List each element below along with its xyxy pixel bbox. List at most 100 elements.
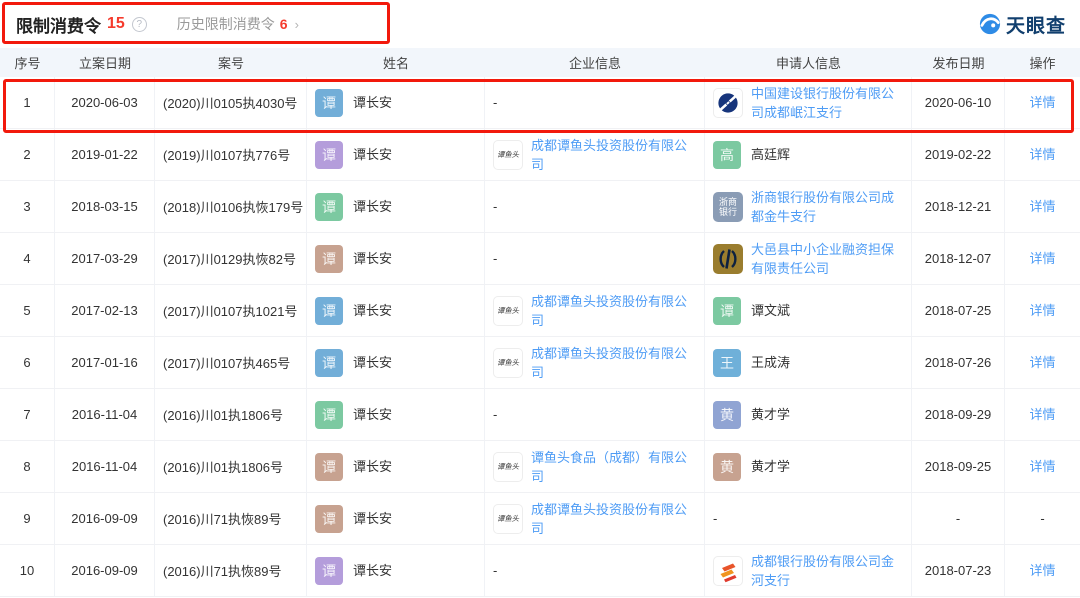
publish-date-cell: 2018-07-23 <box>912 545 1005 596</box>
applicant-company-link[interactable]: 成都银行股份有限公司金河支行 <box>751 552 903 590</box>
person-avatar: 谭 <box>315 504 343 533</box>
row-index: 8 <box>23 459 31 474</box>
help-question-icon[interactable]: ? <box>131 16 147 32</box>
avatar-char: 黄 <box>720 458 734 475</box>
detail-link[interactable]: 详情 <box>1029 457 1055 476</box>
filing-date-cell: 2016-09-09 <box>55 545 155 596</box>
filing-date-cell: 2016-11-04 <box>55 441 155 492</box>
table-row: 1 2020-06-03 (2020)川0105执4030号 谭 谭长安 - 中国建设银行股… <box>0 77 1080 129</box>
row-index-cell: 8 <box>0 441 55 492</box>
publish-date-cell: - <box>912 493 1005 544</box>
case-number-cell: (2018)川0106执恢179号 <box>155 181 307 232</box>
avatar-char: 谭 <box>720 302 734 319</box>
applicant-info-cell: 谭 谭文斌 <box>705 285 912 336</box>
company-info-cell: - <box>485 545 705 596</box>
person-avatar: 谭 <box>315 348 343 377</box>
table-row: 9 2016-09-09 (2016)川71执恢89号 谭 谭长安 谭鱼头 成都谭鱼头投资股… <box>0 493 1080 545</box>
company-link[interactable]: 成都谭鱼头投资股份有限公司 <box>531 344 691 382</box>
person-name: 谭长安 <box>353 95 393 110</box>
empty-value: - <box>493 95 498 110</box>
person-name: 谭长安 <box>353 147 393 162</box>
detail-link[interactable]: 详情 <box>1029 93 1055 112</box>
company-info-cell: 谭鱼头 成都谭鱼头投资股份有限公司 <box>485 337 705 388</box>
column-header-label: 发布日期 <box>932 56 985 71</box>
row-index-cell: 10 <box>0 545 55 596</box>
row-index: 1 <box>23 95 31 110</box>
detail-link[interactable]: 详情 <box>1029 353 1055 372</box>
detail-link[interactable]: 详情 <box>1029 249 1055 268</box>
filing-date: 2019-01-22 <box>71 147 138 162</box>
detail-link[interactable]: 详情 <box>1029 197 1055 216</box>
tianyancha-logo-text: 天眼查 <box>1005 15 1066 37</box>
company-link[interactable]: 成都谭鱼头投资股份有限公司 <box>531 500 691 538</box>
person-avatar: 黄 <box>713 400 741 429</box>
person-avatar: 谭 <box>315 88 343 117</box>
tanyutou-logo-text: 谭鱼头 <box>496 150 520 159</box>
table-row: 4 2017-03-29 (2017)川0129执恢82号 谭 谭长安 - 大邑县中小企业融… <box>0 233 1080 285</box>
table-row: 10 2016-09-09 (2016)川71执恢89号 谭 谭长安 - 成都银行股份有限公… <box>0 545 1080 597</box>
zheshang-logo-text: 银行 <box>718 206 737 217</box>
person-avatar: 谭 <box>713 296 741 325</box>
table-row: 5 2017-02-13 (2017)川0107执1021号 谭 谭长安 谭鱼头 成都谭鱼头… <box>0 285 1080 337</box>
action-cell: - <box>1005 493 1080 544</box>
case-number: (2020)川0105执4030号 <box>163 96 298 111</box>
detail-link[interactable]: 详情 <box>1029 145 1055 164</box>
person-name: 谭长安 <box>353 199 393 214</box>
applicant-person-name: 高廷辉 <box>751 147 791 162</box>
column-header-label: 立案日期 <box>78 56 131 71</box>
company-link[interactable]: 谭鱼头食品（成都）有限公司 <box>531 448 691 486</box>
person-cell: 谭 谭长安 <box>307 285 485 336</box>
row-index: 4 <box>23 251 31 266</box>
table-header-row: 序号 立案日期 案号 姓名 企业信息 申请人信息 发布日期 操作 <box>0 48 1080 77</box>
tanyutou-logo: 谭鱼头 <box>493 139 523 170</box>
case-number-cell: (2016)川01执1806号 <box>155 389 307 440</box>
filing-date-cell: 2018-03-15 <box>55 181 155 232</box>
action-cell: 详情 <box>1005 441 1080 492</box>
detail-link[interactable]: 详情 <box>1029 405 1055 424</box>
applicant-company-link[interactable]: 浙商银行股份有限公司成都金牛支行 <box>751 188 903 226</box>
tianyancha-eye-icon <box>979 13 1001 35</box>
person-name: 谭长安 <box>353 303 393 318</box>
publish-date-cell: 2018-09-25 <box>912 441 1005 492</box>
col-filing-date: 立案日期 <box>55 53 155 72</box>
history-orders-link[interactable]: 历史限制消费令 6 › <box>177 14 299 34</box>
avatar-char: 谭 <box>322 458 336 475</box>
column-header-label: 申请人信息 <box>775 56 841 71</box>
column-header-label: 企业信息 <box>568 56 621 71</box>
table-row: 3 2018-03-15 (2018)川0106执恢179号谭谭长安 - 浙商 银行 浙商银… <box>0 181 1080 233</box>
history-count-badge: 6 <box>279 16 288 32</box>
case-number-cell: (2016)川01执1806号 <box>155 441 307 492</box>
applicant-info-cell: 黄 黄才学 <box>705 441 912 492</box>
person-avatar: 黄 <box>713 452 741 481</box>
order-count-badge: 15 <box>107 15 125 32</box>
empty-value: - <box>1040 511 1045 526</box>
tanyutou-logo-text: 谭鱼头 <box>496 306 520 315</box>
person-cell: 谭 谭长安 <box>307 181 485 232</box>
case-number: (2016)川01执1806号 <box>163 408 283 423</box>
company-link[interactable]: 成都谭鱼头投资股份有限公司 <box>531 292 691 330</box>
company-link[interactable]: 成都谭鱼头投资股份有限公司 <box>531 136 691 174</box>
company-info-cell: 谭鱼头 成都谭鱼头投资股份有限公司 <box>485 285 705 336</box>
detail-link[interactable]: 详情 <box>1029 561 1055 580</box>
chevron-right-icon: › <box>294 16 299 32</box>
applicant-company-link[interactable]: 大邑县中小企业融资担保有限责任公司 <box>751 240 903 278</box>
company-info-cell: - <box>485 181 705 232</box>
tanyutou-logo-text: 谭鱼头 <box>496 514 520 523</box>
filing-date: 2017-03-29 <box>71 251 138 266</box>
history-orders-label: 历史限制消费令 <box>176 16 275 32</box>
applicant-company-link[interactable]: 中国建设银行股份有限公司成都岷江支行 <box>751 84 903 122</box>
publish-date-cell: 2018-07-26 <box>912 337 1005 388</box>
tanyutou-logo-text: 谭鱼头 <box>496 358 520 367</box>
detail-link[interactable]: 详情 <box>1029 301 1055 320</box>
table-row: 7 2016-11-04 (2016)川01执1806号 谭 谭长安 - 黄 黄才学 2018-… <box>0 389 1080 441</box>
filing-date: 2017-02-13 <box>71 303 138 318</box>
avatar-char: 谭 <box>322 562 336 579</box>
case-number-cell: (2016)川71执恢89号 <box>155 493 307 544</box>
avatar-char: 谭 <box>322 510 336 527</box>
ccb-logo <box>713 87 743 118</box>
row-index-cell: 5 <box>0 285 55 336</box>
tianyancha-watermark: 天眼查 <box>979 11 1066 38</box>
col-name: 姓名 <box>307 53 485 72</box>
empty-value: - <box>713 511 718 526</box>
empty-value: - <box>493 199 498 214</box>
